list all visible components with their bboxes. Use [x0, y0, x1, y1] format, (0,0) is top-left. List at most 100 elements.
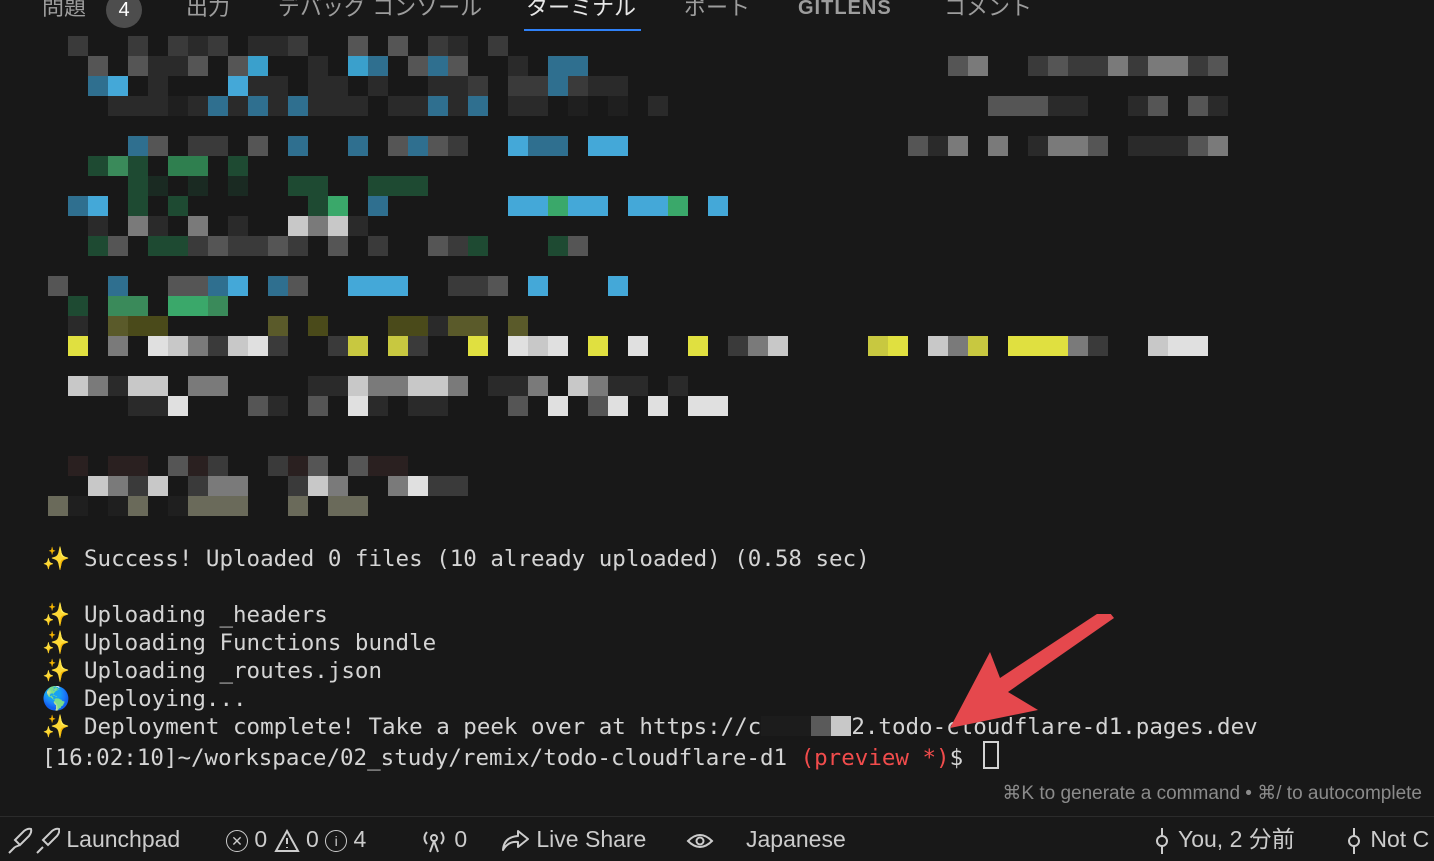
- terminal-prompt[interactable]: [16:02:10]~/workspace/02_study/remix/tod…: [42, 741, 999, 771]
- live-share-item[interactable]: Live Share: [500, 817, 646, 861]
- pixel-block: [1208, 96, 1228, 116]
- pixel-block: [348, 396, 368, 416]
- pixel-block: [508, 316, 528, 336]
- pixel-block: [388, 476, 408, 496]
- pixel-block: [148, 56, 168, 76]
- eye-item[interactable]: [686, 817, 714, 861]
- pixel-block: [48, 276, 68, 296]
- pixel-block: [648, 196, 668, 216]
- pixel-block: [1048, 136, 1068, 156]
- pixel-block: [988, 136, 1008, 156]
- tab-debug-console[interactable]: デバッグ コンソール: [278, 0, 482, 28]
- pixel-block: [128, 316, 148, 336]
- pixel-block: [68, 36, 88, 56]
- tab-gitlens[interactable]: GITLENS: [798, 0, 892, 28]
- pixel-block: [248, 236, 268, 256]
- pixel-block: [1068, 136, 1088, 156]
- pixel-block: [348, 376, 368, 396]
- language-item[interactable]: Japanese: [746, 817, 846, 861]
- git-blame-label: You, 2 分前: [1177, 826, 1295, 852]
- pixel-block: [528, 196, 548, 216]
- pixel-block: [128, 156, 148, 176]
- pixel-block: [168, 196, 188, 216]
- pixel-block: [468, 316, 488, 336]
- pixel-block: [428, 396, 448, 416]
- pixel-block: [508, 76, 528, 96]
- pixel-block: [908, 136, 928, 156]
- pixel-block: [108, 236, 128, 256]
- pixel-block: [68, 496, 88, 516]
- pixel-block: [1008, 96, 1028, 116]
- git-blame-item[interactable]: You, 2 分前: [1152, 817, 1295, 861]
- pixel-block: [448, 316, 468, 336]
- pixel-block: [548, 236, 568, 256]
- pixel-block: [248, 336, 268, 356]
- tab-problems[interactable]: 問題: [42, 0, 86, 28]
- pixel-block: [248, 96, 268, 116]
- pixel-block: [968, 56, 988, 76]
- tab-comments[interactable]: コメント: [944, 0, 1032, 28]
- pixel-block: [328, 496, 348, 516]
- pixel-block: [348, 96, 368, 116]
- pixel-block: [688, 396, 708, 416]
- pixel-block: [88, 56, 108, 76]
- pixel-block: [88, 476, 108, 496]
- pixel-block: [568, 376, 588, 396]
- pixel-block: [48, 496, 68, 516]
- pixel-block: [128, 496, 148, 516]
- pixel-block: [448, 276, 468, 296]
- prompt-symbol: $: [949, 745, 977, 771]
- warning-count: 0: [305, 826, 319, 852]
- pixel-block: [308, 476, 328, 496]
- terminal-output[interactable]: ✨ Success! Uploaded 0 files (10 already u…: [0, 32, 1434, 816]
- problems-summary[interactable]: ✕ 0 0 i 4: [226, 817, 366, 861]
- pixel-block: [228, 216, 248, 236]
- eye-icon: [686, 833, 714, 848]
- error-icon: ✕: [226, 829, 248, 852]
- live-share-icon: [502, 829, 529, 851]
- pixel-block: [168, 96, 188, 116]
- pixel-block: [368, 76, 388, 96]
- pixel-block: [548, 196, 568, 216]
- pixel-block: [448, 56, 468, 76]
- pixel-block: [268, 96, 288, 116]
- pixel-block: [348, 336, 368, 356]
- pixel-block: [128, 176, 148, 196]
- pixel-block: [108, 276, 128, 296]
- pixel-block: [328, 76, 348, 96]
- sparkle-icon: ✨: [42, 658, 71, 684]
- info-count: 4: [353, 826, 367, 852]
- pixel-block: [388, 456, 408, 476]
- tab-terminal[interactable]: ターミナル: [526, 0, 636, 28]
- launchpad-label: Launchpad: [66, 826, 181, 852]
- pixel-block: [288, 276, 308, 296]
- launchpad-item[interactable]: Launchpad: [6, 817, 180, 861]
- pixel-block: [888, 336, 908, 356]
- pixel-block: [668, 196, 688, 216]
- pixel-block: [108, 476, 128, 496]
- pixel-block: [308, 376, 328, 396]
- pixel-block: [148, 176, 168, 196]
- pixel-block: [188, 136, 208, 156]
- pixel-block: [248, 76, 268, 96]
- truncated-status-item[interactable]: Not C: [1344, 817, 1429, 861]
- pixel-block: [388, 176, 408, 196]
- pixel-block: [348, 276, 368, 296]
- pixel-block: [208, 236, 228, 256]
- pixel-block: [548, 136, 568, 156]
- pixel-block: [488, 36, 508, 56]
- ports-indicator[interactable]: 0: [420, 817, 467, 861]
- pixel-block: [328, 476, 348, 496]
- pixel-block: [1028, 336, 1048, 356]
- sparkle-icon: ✨: [42, 714, 71, 740]
- pixel-block: [168, 236, 188, 256]
- pixel-block: [68, 316, 88, 336]
- tab-ports[interactable]: ポート: [684, 0, 750, 28]
- pixel-block: [428, 96, 448, 116]
- terminal-cursor: [982, 741, 999, 769]
- pixel-block: [268, 276, 288, 296]
- tab-output[interactable]: 出力: [186, 0, 230, 28]
- pixel-block: [448, 476, 468, 496]
- pixel-block: [1028, 136, 1048, 156]
- pixel-block: [428, 236, 448, 256]
